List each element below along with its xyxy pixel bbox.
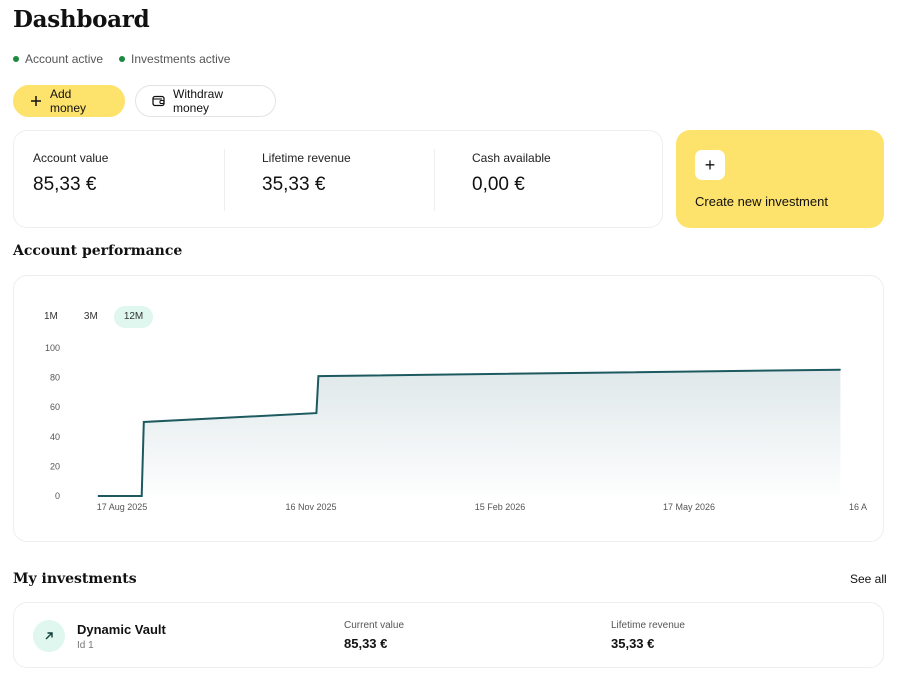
y-tick-label: 100 xyxy=(45,343,60,353)
x-tick-label: 16 Nov 2025 xyxy=(285,502,336,512)
data-point xyxy=(839,369,841,371)
y-tick-label: 40 xyxy=(50,432,60,442)
lifetime-revenue-value: 35,33 € xyxy=(611,636,655,651)
arrow-up-right-icon xyxy=(33,620,65,652)
series-area xyxy=(98,369,841,496)
lifetime-revenue-label: Lifetime revenue xyxy=(611,620,685,631)
data-point xyxy=(315,412,317,414)
x-tick-label: 15 Feb 2026 xyxy=(475,502,526,512)
data-point xyxy=(317,375,319,377)
y-tick-label: 80 xyxy=(50,373,60,383)
investment-id: Id 1 xyxy=(77,640,94,651)
current-value-label: Current value xyxy=(344,620,405,631)
data-point xyxy=(143,421,145,423)
y-tick-label: 20 xyxy=(50,461,60,471)
data-point xyxy=(141,495,143,497)
y-tick-label: 60 xyxy=(50,402,60,412)
y-tick-label: 0 xyxy=(55,491,60,501)
x-tick-label: 16 A xyxy=(849,502,867,512)
data-point xyxy=(97,495,99,497)
investment-name: Dynamic Vault xyxy=(77,622,166,637)
current-value: 85,33 € xyxy=(344,636,388,651)
x-tick-label: 17 Aug 2025 xyxy=(97,502,148,512)
see-all-link[interactable]: See all xyxy=(850,572,887,586)
investment-item-dynamic-vault[interactable]: Dynamic Vault Id 1 Current value 85,33 €… xyxy=(13,602,884,668)
investments-title: My investments xyxy=(13,571,137,587)
x-tick-label: 17 May 2026 xyxy=(663,502,715,512)
